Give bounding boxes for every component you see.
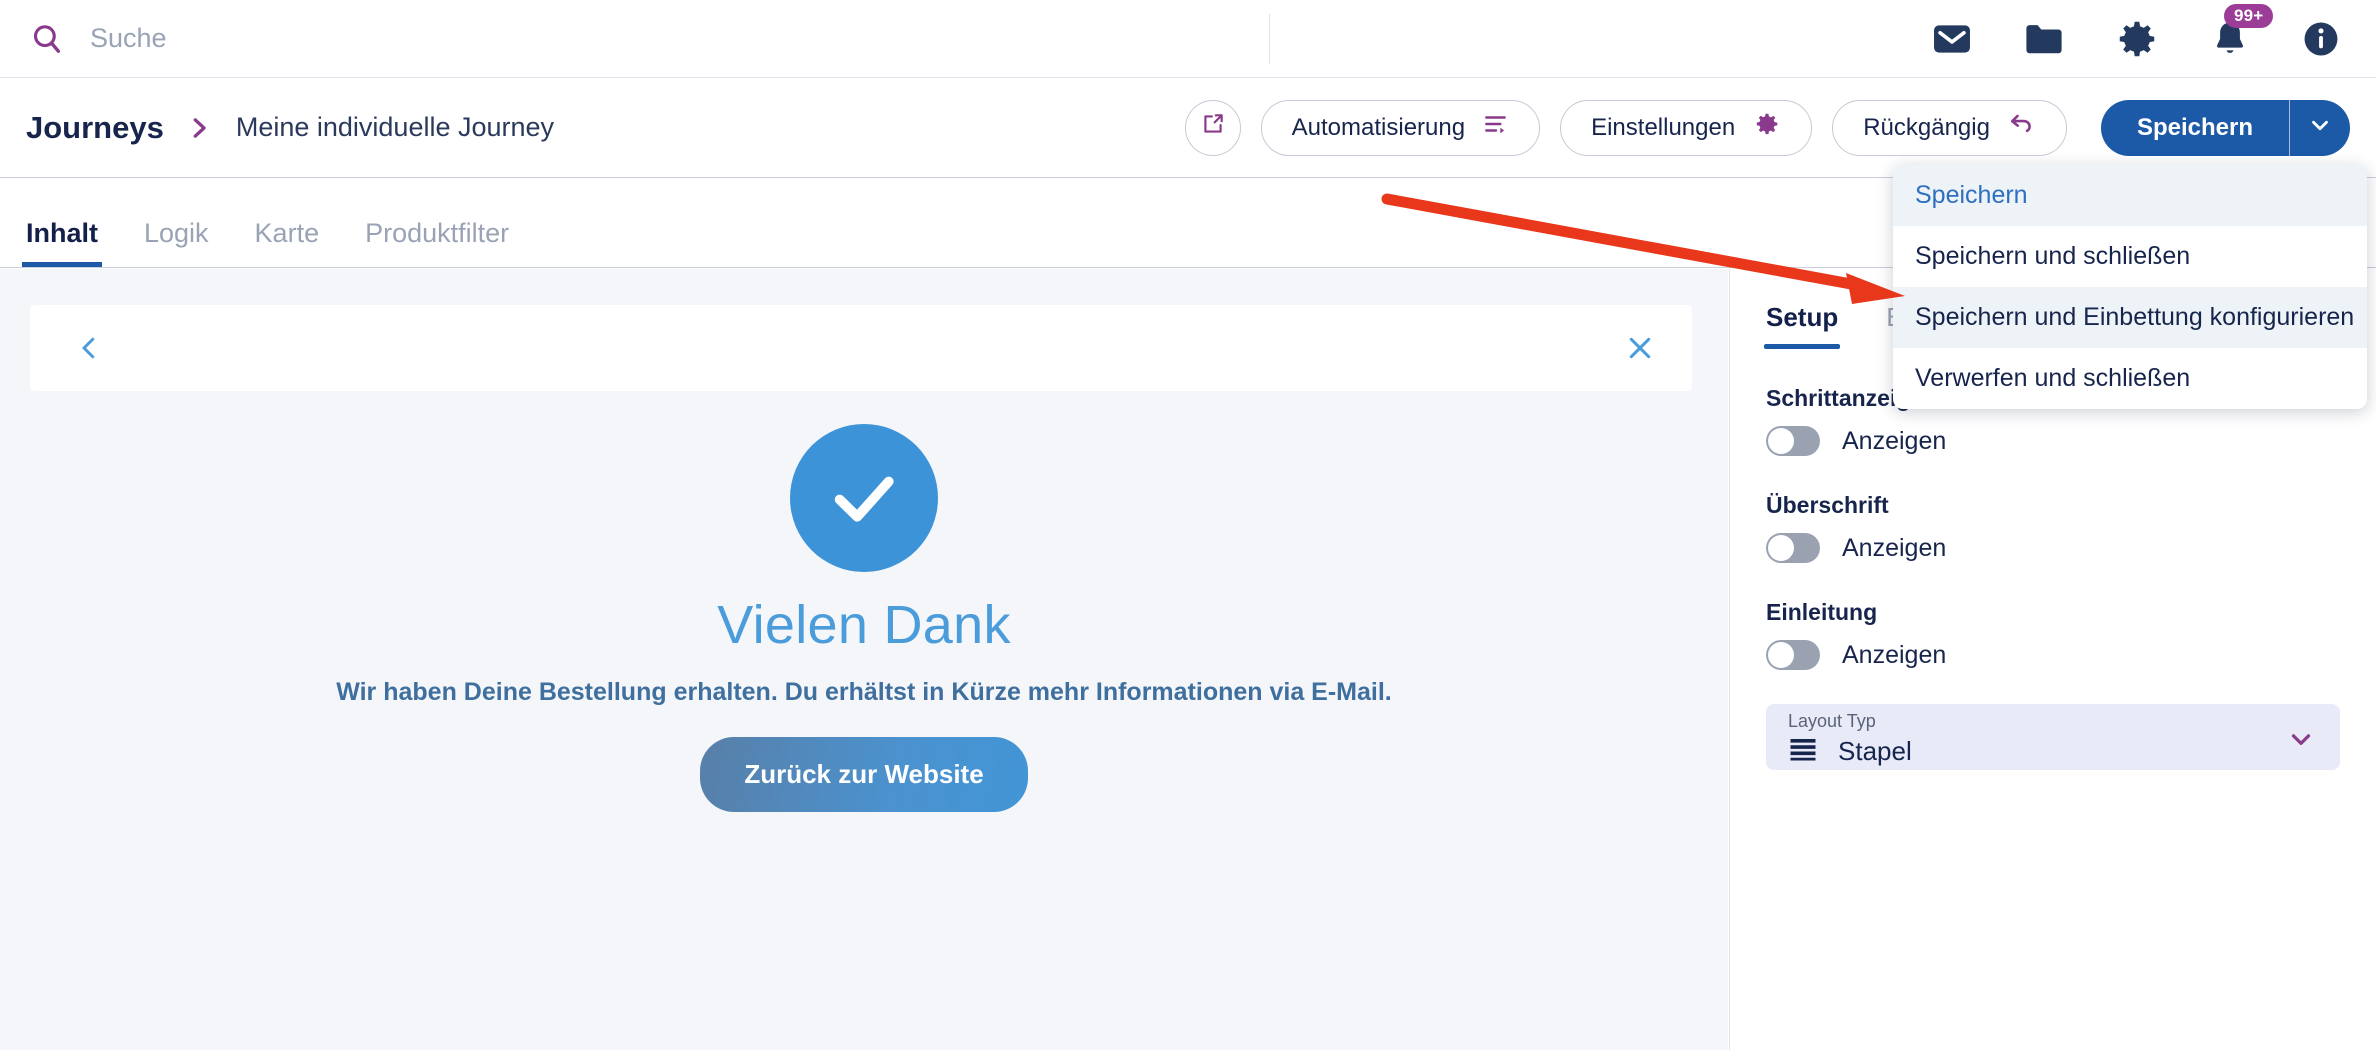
search-zone — [0, 22, 1930, 56]
toggle-knob — [1768, 535, 1794, 561]
save-dropdown-menu: Speichern Speichern und schließen Speich… — [1893, 165, 2367, 409]
topbar-icon-group: 99+ — [1930, 3, 2376, 62]
save-button[interactable]: Speichern — [2101, 100, 2289, 156]
close-icon[interactable] — [1624, 332, 1656, 364]
toggle-label: Anzeigen — [1842, 533, 1947, 562]
back-to-website-button[interactable]: Zurück zur Website — [700, 737, 1028, 812]
breadcrumb-root[interactable]: Journeys — [26, 110, 164, 146]
undo-arrow-icon — [2008, 110, 2036, 145]
journey-canvas: Vielen Dank Wir haben Deine Bestellung e… — [0, 269, 1728, 1050]
notification-badge: 99+ — [2224, 3, 2274, 28]
tab-logik[interactable]: Logik — [144, 218, 209, 267]
stack-lines-icon — [1788, 736, 1818, 767]
app-root: 99+ Journeys Meine individuelle Journey — [0, 0, 2376, 1050]
thank-you-title: Vielen Dank — [717, 595, 1011, 655]
tab-setup[interactable]: Setup — [1763, 302, 1841, 349]
toggle-row: Anzeigen — [1766, 426, 2340, 456]
tab-karte[interactable]: Karte — [255, 218, 320, 267]
bell-icon[interactable]: 99+ — [2208, 3, 2274, 61]
automation-label: Automatisierung — [1291, 113, 1466, 141]
field-label: Überschrift — [1766, 492, 1889, 518]
preview-toolbar — [30, 305, 1692, 391]
thank-you-block: Vielen Dank Wir haben Deine Bestellung e… — [0, 424, 1728, 812]
toggle-row: Anzeigen — [1766, 640, 2340, 670]
toggle-label: Anzeigen — [1842, 640, 1947, 669]
gear-icon[interactable] — [2114, 16, 2160, 62]
chevron-down-icon — [2307, 112, 2333, 143]
toggle-knob — [1768, 642, 1794, 668]
save-split-button: Speichern — [2100, 99, 2350, 156]
mail-icon[interactable] — [1930, 17, 1974, 61]
toggle-ueberschrift[interactable] — [1766, 533, 1820, 563]
settings-label: Einstellungen — [1591, 113, 1736, 141]
gear-icon — [1753, 110, 1781, 145]
tab-inhalt[interactable]: Inhalt — [22, 218, 102, 267]
menu-item-speichern-schliessen[interactable]: Speichern und schließen — [1893, 226, 2367, 287]
check-circle-icon — [790, 424, 938, 572]
field-einleitung: Einleitung Anzeigen — [1730, 563, 2376, 670]
undo-label: Rückgängig — [1863, 113, 1990, 141]
global-topbar: 99+ — [0, 0, 2376, 78]
action-buttons: Automatisierung Einstellungen Rückgängig… — [1184, 99, 2376, 156]
undo-button[interactable]: Rückgängig — [1832, 99, 2067, 156]
select-value-row: Stapel — [1788, 736, 2318, 767]
info-icon[interactable] — [2300, 18, 2342, 60]
automation-button[interactable]: Automatisierung — [1260, 99, 1541, 156]
toggle-einleitung[interactable] — [1766, 640, 1820, 670]
menu-item-speichern[interactable]: Speichern — [1893, 165, 2367, 226]
field-label: Einleitung — [1766, 599, 1878, 625]
folder-icon[interactable] — [2022, 17, 2066, 61]
breadcrumb-current: Meine individuelle Journey — [235, 112, 555, 142]
toggle-label: Anzeigen — [1842, 426, 1947, 455]
chevron-left-icon[interactable] — [74, 333, 104, 363]
external-link-icon — [1200, 111, 1226, 144]
flow-lines-icon — [1483, 111, 1509, 144]
toggle-knob — [1768, 428, 1794, 454]
settings-button[interactable]: Einstellungen — [1560, 99, 1813, 156]
select-value: Stapel — [1838, 736, 1912, 766]
thank-you-subtitle: Wir haben Deine Bestellung erhalten. Du … — [336, 678, 1392, 706]
select-label: Layout Typ — [1788, 711, 1876, 731]
menu-item-speichern-einbettung[interactable]: Speichern und Einbettung konfigurieren — [1893, 287, 2367, 348]
toggle-schrittanzeige[interactable] — [1766, 426, 1820, 456]
save-dropdown-toggle[interactable] — [2290, 100, 2350, 156]
topbar-divider — [1269, 14, 1270, 64]
split-divider — [2289, 99, 2290, 156]
field-ueberschrift: Überschrift Anzeigen — [1730, 456, 2376, 563]
search-input[interactable] — [90, 23, 510, 54]
chevron-right-icon — [184, 113, 214, 143]
breadcrumb: Journeys Meine individuelle Journey — [0, 110, 1185, 146]
open-external-button[interactable] — [1184, 99, 1241, 156]
tab-produktfilter[interactable]: Produktfilter — [365, 218, 509, 267]
menu-item-verwerfen-schliessen[interactable]: Verwerfen und schließen — [1893, 348, 2367, 409]
journey-action-bar: Journeys Meine individuelle Journey Auto… — [0, 78, 2376, 178]
search-icon[interactable] — [30, 22, 64, 56]
layout-type-select[interactable]: Layout Typ Stapel — [1766, 704, 2340, 770]
chevron-down-icon[interactable] — [2286, 724, 2316, 759]
toggle-row: Anzeigen — [1766, 533, 2340, 563]
